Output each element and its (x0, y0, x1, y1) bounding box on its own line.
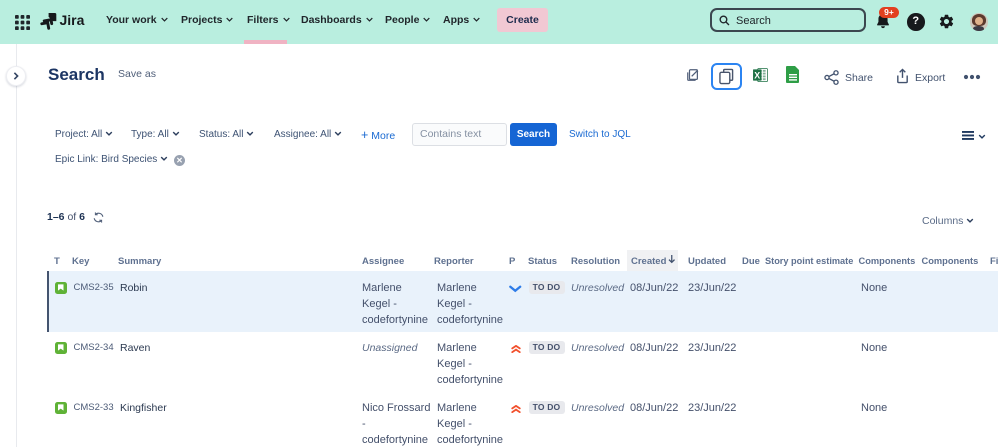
svg-text:X: X (754, 70, 760, 80)
